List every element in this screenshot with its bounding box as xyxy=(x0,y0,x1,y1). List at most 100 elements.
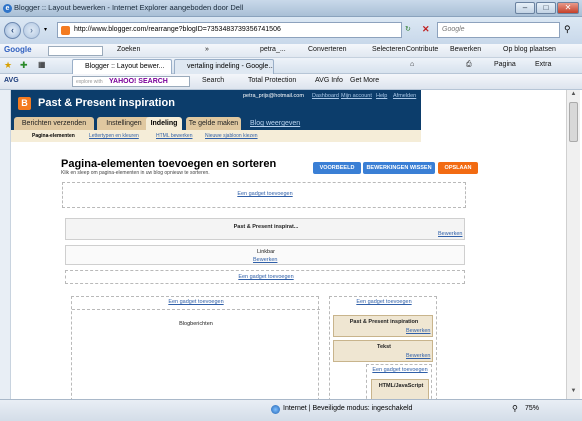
avg-info[interactable]: AVG Info xyxy=(315,77,343,84)
toolbar-item-select[interactable]: Selecteren xyxy=(372,46,405,53)
text-gadget-title: Tekst xyxy=(377,344,391,350)
view-blog-link[interactable]: Blog weergeven xyxy=(250,120,300,127)
sidebar-inner-section: Een gadget toevoegen HTML/JavaScript xyxy=(366,364,432,399)
scroll-down-icon[interactable]: ▼ xyxy=(569,388,578,397)
avg-logo: AVG xyxy=(4,77,19,84)
refresh-icon[interactable]: ↻ xyxy=(405,25,411,33)
header-gadget[interactable]: Past & Present inspirat... Bewerken xyxy=(65,218,465,240)
linkbar-edit-link[interactable]: Bewerken xyxy=(253,257,277,263)
linkbar-gadget[interactable]: Linkbar Bewerken xyxy=(65,245,465,265)
clear-edits-button[interactable]: BEWERKINGEN WISSEN xyxy=(363,162,435,174)
text-gadget-edit-link[interactable]: Bewerken xyxy=(406,353,430,359)
tab-settings[interactable]: Instellingen xyxy=(97,117,151,130)
link-my-account[interactable]: Mijn account xyxy=(341,93,372,99)
toolbar-item-contribute[interactable]: Contribute xyxy=(406,46,438,53)
sidebar-title-edit-link[interactable]: Bewerken xyxy=(406,328,430,334)
subnav-page-elements[interactable]: Pagina-elementen xyxy=(32,133,75,139)
user-email: petra_prijs@hotmail.com xyxy=(243,93,304,99)
search-field[interactable]: Google xyxy=(437,22,560,38)
home-icon[interactable]: ⌂ xyxy=(410,61,414,68)
menu-tools[interactable]: Extra xyxy=(535,61,551,68)
toolbar-item-profile[interactable]: petra_... xyxy=(260,46,286,53)
sidebar-title-gadget[interactable]: Past & Present inspiration Bewerken xyxy=(333,315,433,337)
print-icon[interactable]: ⎙ xyxy=(466,61,472,69)
url-text: http://www.blogger.com/rearrange?blogID=… xyxy=(74,26,281,33)
page-content: B Past & Present inspiration petra_prijs… xyxy=(11,90,566,399)
add-gadget-link[interactable]: Een gadget toevoegen xyxy=(367,367,433,373)
address-bar-row: ‹ › ▾ http://www.blogger.com/rearrange?b… xyxy=(0,17,582,44)
favorites-star-icon[interactable]: ★ xyxy=(4,60,12,71)
add-gadget-link[interactable]: Een gadget toevoegen xyxy=(63,191,467,197)
crosscol-section: Een gadget toevoegen xyxy=(65,270,465,284)
status-text: Internet | Beveiligde modus: ingeschakel… xyxy=(283,405,413,412)
avg-total-protection[interactable]: Total Protection xyxy=(248,77,296,84)
close-button[interactable]: ✕ xyxy=(557,2,579,14)
url-field[interactable]: http://www.blogger.com/rearrange?blogID=… xyxy=(57,22,402,38)
preview-button[interactable]: VOORBEELD xyxy=(313,162,361,174)
navbar-section: Een gadget toevoegen xyxy=(62,182,466,208)
google-search-input[interactable] xyxy=(48,46,103,56)
add-gadget-link[interactable]: Een gadget toevoegen xyxy=(72,299,320,305)
avg-get-more[interactable]: Get More xyxy=(350,77,379,84)
maximize-button[interactable]: □ xyxy=(536,2,556,14)
zoom-level[interactable]: 75% xyxy=(525,405,539,412)
toolbar-item-post-to-blog[interactable]: Op blog plaatsen xyxy=(503,46,556,53)
layout-subnav: Pagina-elementen Lettertypen en kleuren … xyxy=(11,130,421,142)
search-icon[interactable]: ⚲ xyxy=(564,24,571,35)
menu-page[interactable]: Pagina xyxy=(494,61,516,68)
sidebar-title-text: Past & Present inspiration xyxy=(349,319,419,325)
avg-search-hint: explore with xyxy=(76,79,103,85)
avg-toolbar: AVG explore with YAHOO! SEARCH Search To… xyxy=(0,74,582,90)
blog-title: Past & Present inspiration xyxy=(38,97,175,109)
subnav-new-template[interactable]: Nieuwe sjabloon kiezen xyxy=(205,133,258,139)
header-edit-link[interactable]: Bewerken xyxy=(438,231,462,237)
google-search-button[interactable]: Zoeken xyxy=(117,46,140,53)
google-toolbar: Google Zoeken » petra_... Converteren Se… xyxy=(0,44,582,58)
quick-tabs-icon[interactable]: ▦ xyxy=(38,60,46,69)
toolbar-more-icon[interactable]: » xyxy=(205,46,209,53)
main-column: Een gadget toevoegen Blogberichten xyxy=(71,296,320,399)
header-gadget-title: Past & Present inspirat... xyxy=(233,224,299,230)
text-gadget[interactable]: Tekst Bewerken xyxy=(333,340,433,362)
status-bar: Internet | Beveiligde modus: ingeschakel… xyxy=(0,399,582,421)
html-gadget[interactable]: HTML/JavaScript xyxy=(371,379,429,399)
add-favorites-icon[interactable]: ✚ xyxy=(20,60,28,71)
browser-tab-row: ★ ✚ ▦ Blogger :: Layout bewer... vertali… xyxy=(0,58,582,74)
window-title: Blogger :: Layout bewerken - Internet Ex… xyxy=(14,3,244,12)
blog-posts-gadget[interactable]: Blogberichten xyxy=(72,321,320,327)
subnav-edit-html[interactable]: HTML bewerken xyxy=(156,133,193,139)
history-dropdown-icon[interactable]: ▾ xyxy=(44,26,47,33)
link-sign-out[interactable]: Afmelden xyxy=(393,93,416,99)
sidebar-column: Een gadget toevoegen Past & Present insp… xyxy=(329,296,437,399)
scroll-thumb[interactable] xyxy=(569,102,578,142)
subnav-fonts-colors[interactable]: Lettertypen en kleuren xyxy=(89,133,139,139)
search-placeholder: Google xyxy=(442,26,465,33)
back-icon[interactable]: ‹ xyxy=(4,22,21,39)
tab-monetize[interactable]: Te gelde maken xyxy=(186,117,241,130)
minimize-button[interactable]: – xyxy=(515,2,535,14)
page-heading: Pagina-elementen toevoegen en sorteren xyxy=(61,158,277,170)
tab-posting[interactable]: Berichten verzenden xyxy=(14,117,94,130)
link-help[interactable]: Help xyxy=(376,93,387,99)
tab-blogger-layout[interactable]: Blogger :: Layout bewer... xyxy=(72,59,172,74)
toolbar-item-edit[interactable]: Bewerken xyxy=(450,46,481,53)
tab-vertaling[interactable]: vertaling indeling - Google... xyxy=(174,59,274,74)
add-gadget-link[interactable]: Een gadget toevoegen xyxy=(330,299,438,305)
page-scrollbar[interactable]: ▲ ▼ xyxy=(566,90,580,399)
scroll-up-icon[interactable]: ▲ xyxy=(569,91,578,100)
add-gadget-link[interactable]: Een gadget toevoegen xyxy=(66,274,466,280)
divider xyxy=(72,309,320,310)
forward-icon[interactable]: › xyxy=(23,22,40,39)
blogger-favicon-icon xyxy=(61,26,70,35)
yahoo-search-logo: YAHOO! SEARCH xyxy=(109,78,168,85)
internet-zone-icon xyxy=(271,405,280,414)
avg-search-input[interactable]: explore with YAHOO! SEARCH xyxy=(72,76,190,87)
page-hint: Klik en sleep om pagina-elementen in uw … xyxy=(61,170,210,176)
html-gadget-title: HTML/JavaScript xyxy=(378,383,424,389)
stop-icon[interactable]: ✕ xyxy=(422,24,430,35)
avg-search-button[interactable]: Search xyxy=(202,77,224,84)
blogger-logo-icon: B xyxy=(18,97,31,110)
toolbar-item-convert[interactable]: Converteren xyxy=(308,46,347,53)
link-dashboard[interactable]: Dashboard xyxy=(312,93,339,99)
save-button[interactable]: OPSLAAN xyxy=(438,162,478,174)
